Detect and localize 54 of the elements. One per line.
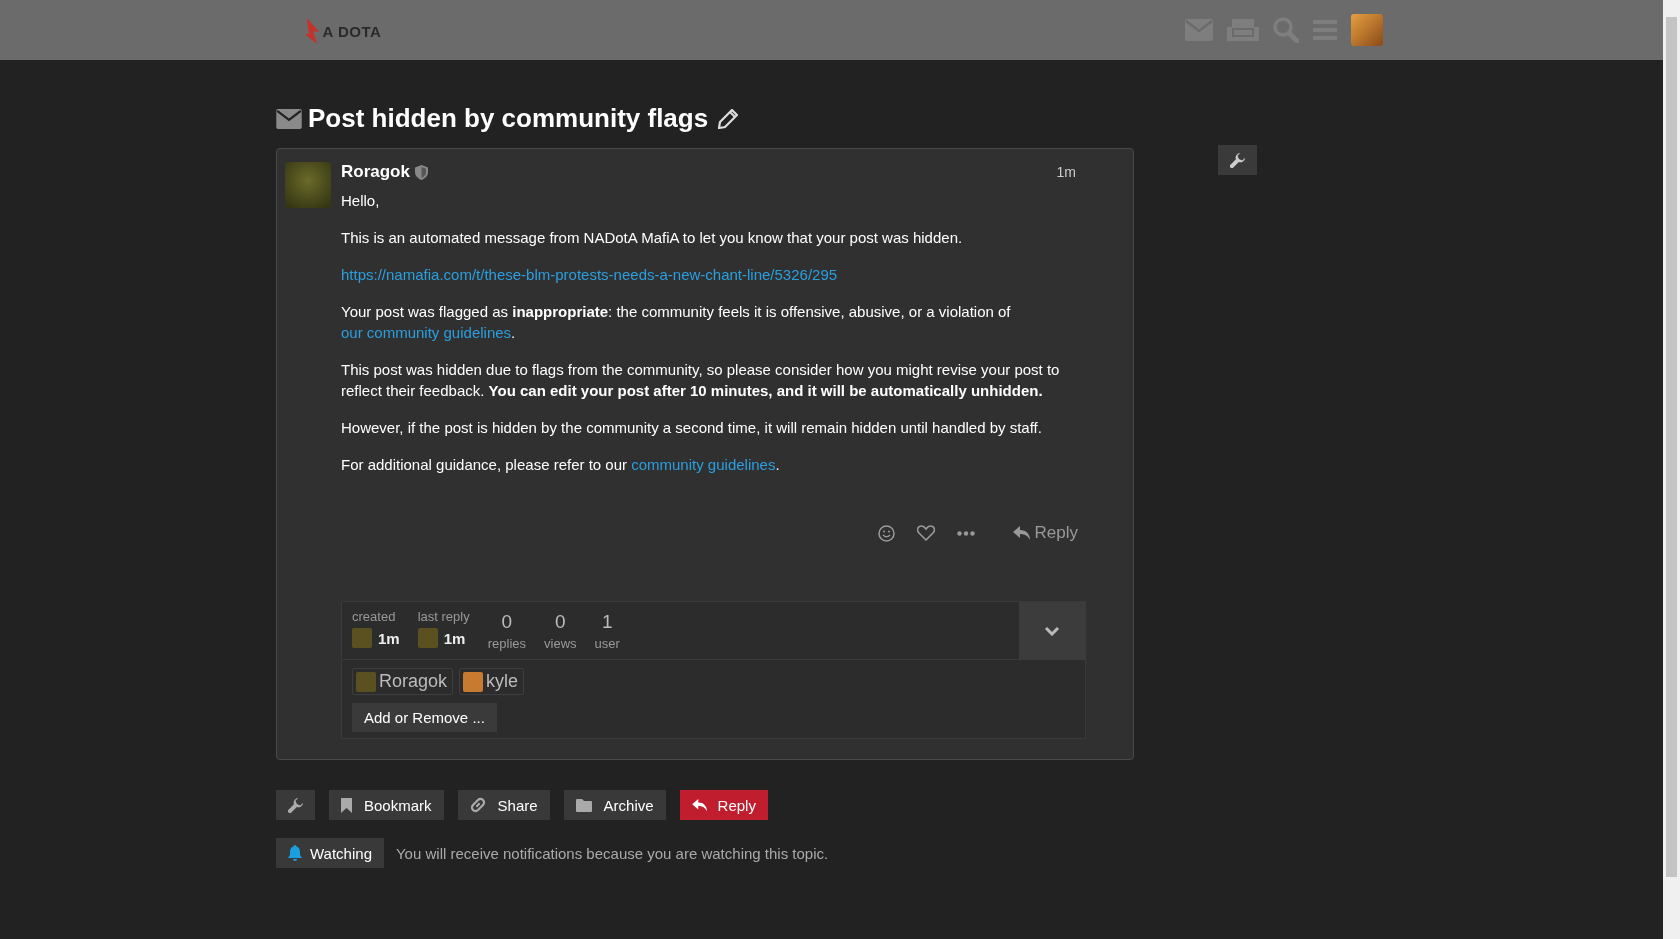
reply-button[interactable]: Reply [1012, 523, 1078, 543]
pencil-icon[interactable] [718, 108, 739, 129]
chevron-icon [1044, 625, 1060, 636]
admin-wrench-button[interactable] [1218, 145, 1257, 175]
stat-label: replies [487, 636, 526, 651]
notification-level-button[interactable]: Watching [276, 838, 384, 868]
paragraph-text: However, if the post is hidden by the community a second time, it will remain hidden until handled by staff. [341, 419, 1042, 436]
link[interactable]: community guidelines [631, 456, 776, 473]
avatar-placeholder[interactable] [285, 162, 331, 208]
paragraph-text: For additional guidance, please refer to our [341, 456, 627, 473]
avatar-placeholder [417, 628, 438, 648]
share-button[interactable]: Share [457, 790, 550, 820]
bookmark-icon [341, 797, 352, 813]
bell-icon [288, 845, 302, 861]
author-name[interactable]: Roragok [341, 162, 410, 182]
stat-value: 0 [501, 611, 513, 633]
scrollbar[interactable] [1663, 0, 1680, 939]
post-time[interactable]: 1m [1056, 164, 1076, 180]
paragraph-text: Hello, [341, 192, 380, 209]
stat-label: created [352, 609, 397, 624]
stat-value: 1 [601, 611, 613, 633]
paragraph-text: This is an automated message from NADotA MafiA to let you know that your post was hidden. [341, 229, 963, 246]
paragraph-text: Your post was flagged as inappropriate: the community feels it is offensive, abusive, or a violation of [341, 303, 1011, 320]
wrench-icon [1230, 152, 1245, 168]
stat-time: 1m [378, 629, 400, 647]
paragraph-text: . [775, 456, 780, 473]
stat-value: 0 [555, 611, 566, 633]
user-avatar[interactable] [1350, 14, 1383, 46]
stat-time: 1m [443, 629, 466, 647]
stat-label: user [594, 636, 620, 651]
reply-button[interactable]: Reply [679, 790, 768, 820]
participant-chip[interactable]: kyle [459, 668, 525, 695]
stat-label: views [544, 636, 577, 651]
link-icon [469, 797, 486, 813]
participant-chip[interactable]: Roragok [352, 668, 454, 695]
reply-arrow-icon [691, 798, 708, 812]
link[interactable]: https://namafia.com/t/these-blm-protests-needs-a-new-chant-line/5326/295 [341, 266, 838, 283]
logo-text: A DOTA [322, 22, 382, 40]
reply-arrow-icon [1012, 525, 1031, 541]
topic-title: Post hidden by community flags [308, 103, 709, 134]
admin-wrench-button[interactable] [276, 790, 315, 820]
paragraph-text: This post was hidden due to flags from the community, so please consider how you might revise your post to reflect their feedback. You can edit your post after 10 minutes, and it will be automatically unhidden. [341, 361, 1060, 399]
wrench-icon [288, 797, 303, 813]
more-icon[interactable] [956, 530, 975, 536]
heart-icon[interactable] [916, 525, 935, 541]
folder-icon [575, 798, 592, 812]
paragraph-text: . [511, 324, 516, 341]
stat-label: last reply [417, 609, 470, 624]
smiley-icon[interactable] [877, 524, 895, 542]
notification-description: You will receive notifications because you are watching this topic. [396, 844, 829, 862]
archive-button[interactable]: Archive [563, 790, 666, 820]
add-remove-button[interactable]: Add or Remove ... [352, 703, 497, 732]
avatar-placeholder [352, 628, 372, 648]
bookmark-button[interactable]: Bookmark [329, 790, 444, 820]
